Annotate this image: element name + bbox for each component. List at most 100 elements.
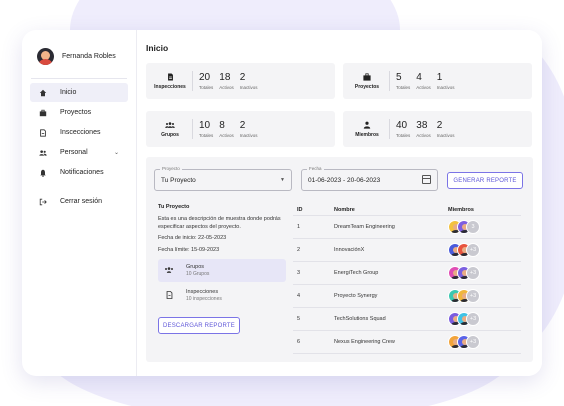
- stat-inactive: 2: [436, 120, 443, 131]
- member-avatars[interactable]: +3: [448, 289, 521, 303]
- groups-title: Grupos: [186, 264, 205, 270]
- groups-table: ID Nombre Miembros 1 DreamTeam Engineerin…: [293, 204, 521, 354]
- row-name: Proyecto Synergy: [334, 293, 378, 299]
- row-name: Nexus Engineering Crew: [334, 339, 395, 345]
- home-icon: [39, 89, 47, 97]
- date-range-label: Fecha: [307, 166, 324, 172]
- date-range-field[interactable]: Fecha 01-06-2023 - 20-06-2023: [301, 166, 438, 191]
- table-row[interactable]: 4 Proyecto Synergy +3: [293, 285, 521, 308]
- report-panel: Proyecto Tu Proyecto ▼ Fecha 01-06-2023 …: [146, 157, 533, 362]
- member-avatars[interactable]: 3: [448, 220, 521, 234]
- project-end-date: Fecha límite: 15-09-2023: [158, 247, 220, 253]
- row-name: EnergiTech Group: [334, 270, 379, 276]
- project-description: Esta es una descripción de muestra donde…: [158, 216, 281, 230]
- briefcase-icon: [363, 72, 371, 83]
- more-members-badge: +3: [466, 289, 480, 303]
- stat-total-label: Totales: [199, 133, 214, 138]
- stat-active: 18: [219, 72, 231, 83]
- stat-inactive-label: Inactivos: [436, 85, 455, 90]
- stat-inactive-label: Inactivos: [239, 133, 258, 138]
- row-id: 6: [297, 339, 301, 345]
- user-profile[interactable]: Fernanda Robles: [22, 46, 136, 66]
- stat-total: 20: [199, 72, 211, 83]
- bell-icon: [39, 169, 47, 177]
- stat-inactive: 1: [436, 72, 443, 83]
- stat-inactive-label: Inactivos: [436, 133, 455, 138]
- logout-label: Cerrar sesión: [60, 198, 103, 205]
- stat-total: 40: [396, 120, 408, 131]
- stat-total-label: Totales: [199, 85, 214, 90]
- table-row[interactable]: 2 InnovaciónX +3: [293, 239, 521, 262]
- row-name: InnovaciónX: [334, 247, 365, 253]
- inspections-title: Inspecciones: [186, 289, 219, 295]
- sidebar-item-notificaciones[interactable]: Notificaciones: [30, 163, 128, 182]
- row-id: 2: [297, 247, 301, 253]
- stat-total-label: Totales: [396, 85, 411, 90]
- table-row[interactable]: 1 DreamTeam Engineering 3: [293, 216, 521, 239]
- stat-card-inspecciones: Inspecciones 20 Totales 18 Activos 2 Inacti…: [146, 63, 335, 99]
- sidebar-item-label: Inscecciones: [60, 129, 101, 136]
- dashboard-window: Fernanda Robles Inicio Proyectos Inscecc…: [22, 30, 542, 376]
- member-avatars[interactable]: +3: [448, 312, 521, 326]
- inspections-item[interactable]: Inspecciones 10 inspecciones: [158, 284, 286, 307]
- stat-label: Miembros: [355, 131, 379, 138]
- logout-button[interactable]: Cerrar sesión: [30, 192, 128, 211]
- member-avatars[interactable]: +3: [448, 266, 521, 280]
- stat-total-label: Totales: [396, 133, 411, 138]
- sidebar-item-personal[interactable]: Personal ⌄: [30, 143, 128, 162]
- main-content: Inicio Inspecciones 20 Totales 18 Activos …: [137, 30, 542, 376]
- stat-label: Grupos: [161, 131, 179, 138]
- people-icon: [39, 149, 47, 157]
- header-members: Miembros: [448, 206, 474, 213]
- group-icon: [164, 266, 174, 276]
- chevron-down-icon[interactable]: ⌄: [114, 149, 119, 156]
- stat-active: 38: [416, 120, 428, 131]
- table-header: ID Nombre Miembros: [293, 204, 521, 216]
- sidebar-item-proyectos[interactable]: Proyectos: [30, 103, 128, 122]
- calendar-icon[interactable]: [422, 175, 431, 184]
- project-select-label: Proyecto: [160, 166, 182, 172]
- member-avatars[interactable]: +3: [448, 243, 521, 257]
- stat-total: 5: [396, 72, 402, 83]
- sidebar-divider: [31, 78, 127, 79]
- stats-grid: Inspecciones 20 Totales 18 Activos 2 Inacti…: [146, 63, 533, 147]
- caret-down-icon: ▼: [280, 177, 285, 183]
- stat-label: Inspecciones: [154, 83, 186, 90]
- groups-count: 10 Grupos: [186, 271, 210, 277]
- project-select[interactable]: Proyecto Tu Proyecto ▼: [154, 166, 292, 191]
- document-icon: [164, 290, 174, 301]
- download-report-button[interactable]: DESCARGAR REPORTE: [158, 317, 240, 334]
- groups-item[interactable]: Grupos 10 Grupos: [158, 259, 286, 282]
- more-members-badge: 3: [466, 220, 480, 234]
- stat-card-proyectos: Proyectos 5 Totales 4 Activos 1 Inactivos: [343, 63, 532, 99]
- project-select-value: Tu Proyecto: [161, 177, 196, 184]
- header-id: ID: [297, 206, 303, 213]
- stat-inactive: 2: [239, 120, 246, 131]
- document-icon: [39, 128, 47, 137]
- sidebar-item-label: Proyectos: [60, 109, 92, 116]
- more-members-badge: +3: [466, 312, 480, 326]
- member-avatars[interactable]: +3: [448, 335, 521, 349]
- project-start-date: Fecha de inicio: 22-05-2023: [158, 235, 227, 241]
- more-members-badge: +3: [466, 335, 480, 349]
- table-row[interactable]: 3 EnergiTech Group +3: [293, 262, 521, 285]
- sidebar-item-inscecciones[interactable]: Inscecciones: [30, 123, 128, 142]
- stat-active-label: Activos: [416, 133, 431, 138]
- document-icon: [167, 73, 174, 83]
- stat-active: 4: [416, 72, 422, 83]
- stat-active-label: Activos: [219, 133, 234, 138]
- table-row[interactable]: 5 TechSolutions Squad +3: [293, 308, 521, 331]
- stat-active-label: Activos: [219, 85, 234, 90]
- row-name: TechSolutions Squad: [334, 316, 386, 322]
- generate-report-button[interactable]: GENERAR REPORTE: [447, 172, 523, 189]
- briefcase-icon: [39, 109, 47, 117]
- sidebar-item-inicio[interactable]: Inicio: [30, 83, 128, 102]
- stat-active-label: Activos: [416, 85, 431, 90]
- row-id: 3: [297, 270, 301, 276]
- group-icon: [165, 121, 175, 131]
- page-title: Inicio: [146, 43, 169, 53]
- table-row[interactable]: 6 Nexus Engineering Crew +3: [293, 331, 521, 354]
- sidebar-item-label: Personal: [60, 149, 88, 156]
- header-name: Nombre: [334, 206, 355, 213]
- stat-card-miembros: Miembros 40 Totales 38 Activos 2 Inactivos: [343, 111, 532, 147]
